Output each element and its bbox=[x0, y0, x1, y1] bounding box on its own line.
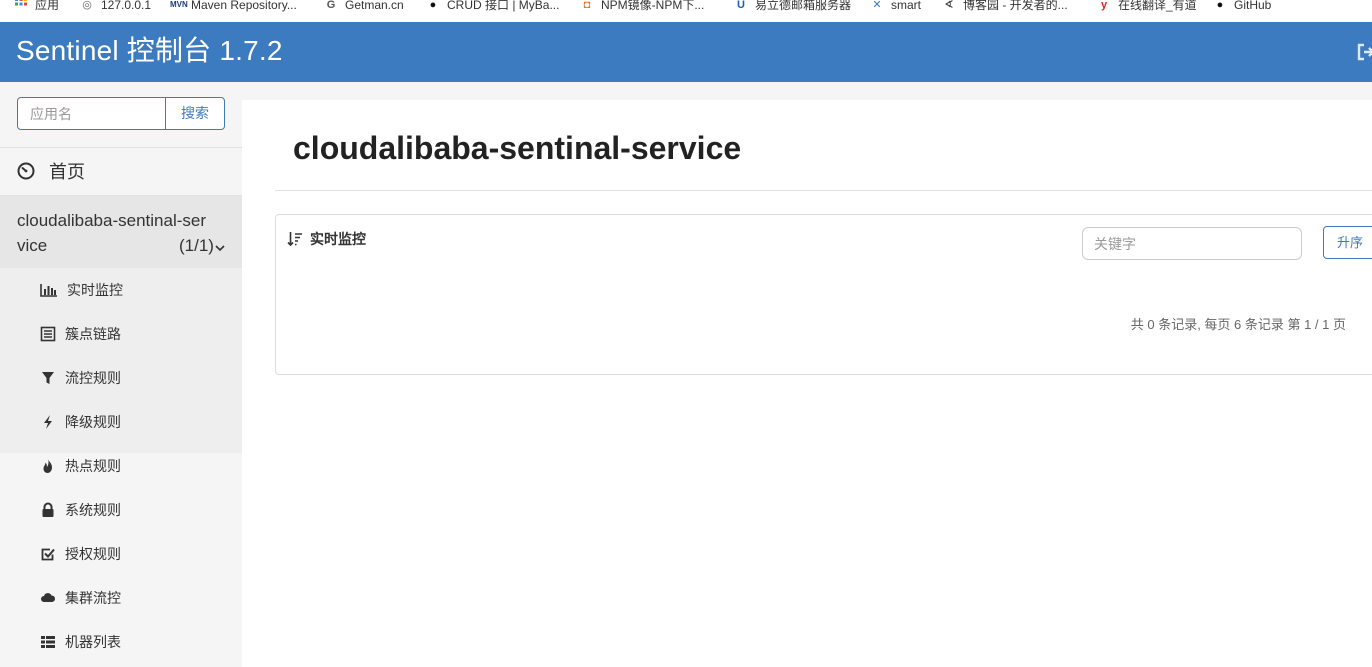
panel-title: 实时监控 bbox=[310, 231, 366, 247]
bolt-icon bbox=[40, 414, 56, 430]
sidebar-item-machine-list[interactable]: 机器列表 bbox=[0, 620, 242, 664]
bookmark-localhost[interactable]: ◎ 127.0.0.1 bbox=[80, 0, 151, 14]
app-header: Sentinel 控制台 1.7.2 bbox=[0, 22, 1372, 82]
bookmark-label: GitHub bbox=[1234, 0, 1272, 12]
title-divider bbox=[275, 190, 1372, 191]
sidebar-item-degrade-rules[interactable]: 降级规则 bbox=[0, 400, 242, 444]
cloud-icon bbox=[40, 590, 56, 606]
bookmark-label: 易立德邮箱服务器 bbox=[755, 0, 852, 12]
sidebar-item-label: 集群流控 bbox=[65, 590, 121, 606]
bookmark-label: 应用 bbox=[35, 0, 60, 12]
sidebar-item-system-rules[interactable]: 系统规则 bbox=[0, 488, 242, 532]
search-button[interactable]: 搜索 bbox=[165, 97, 225, 130]
app-search-input[interactable] bbox=[17, 97, 166, 130]
bookmark-mybatis[interactable]: ● CRUD 接口 | MyBa... bbox=[426, 0, 560, 14]
g-letter-icon: G bbox=[326, 0, 336, 11]
sidebar-item-label: 簇点链路 bbox=[65, 326, 121, 342]
th-list-icon bbox=[40, 634, 56, 650]
cnblogs-icon: ∢ bbox=[944, 0, 954, 11]
bookmark-mail[interactable]: U 易立德邮箱服务器 bbox=[734, 0, 851, 14]
x-icon: ✕ bbox=[872, 0, 882, 11]
bird-icon: ● bbox=[429, 0, 437, 11]
sort-amount-icon bbox=[287, 231, 303, 247]
bookmark-npm[interactable]: ◘ NPM镜像-NPM下... bbox=[580, 0, 705, 14]
bar-chart-icon bbox=[40, 282, 57, 298]
sidebar-item-label: 热点规则 bbox=[65, 458, 121, 474]
lock-icon bbox=[40, 502, 56, 518]
realtime-monitor-panel: 实时监控 升序 共 0 条记录, 每页 6 条记录 第 1 / 1 页 bbox=[275, 214, 1372, 375]
sidebar-item-label: 流控规则 bbox=[65, 370, 121, 386]
keyword-search-input[interactable] bbox=[1082, 227, 1302, 260]
bookmark-maven[interactable]: MVN Maven Repository... bbox=[170, 0, 297, 14]
sidebar-item-hotspot-rules[interactable]: 热点规则 bbox=[0, 444, 242, 488]
sidebar-item-cluster-flow[interactable]: 集群流控 bbox=[0, 576, 242, 620]
bookmark-label: Getman.cn bbox=[345, 0, 404, 12]
fire-icon bbox=[40, 458, 56, 474]
list-icon bbox=[40, 326, 56, 342]
sidebar-item-flow-rules[interactable]: 流控规则 bbox=[0, 356, 242, 400]
dashboard-icon bbox=[17, 162, 35, 180]
sidebar-item-realtime-monitor[interactable]: 实时监控 bbox=[0, 268, 242, 312]
bookmark-label: NPM镜像-NPM下... bbox=[601, 0, 705, 12]
sidebar-item-label: 实时监控 bbox=[67, 282, 123, 298]
npm-icon: ◘ bbox=[583, 0, 591, 11]
apps-grid-icon bbox=[14, 0, 28, 12]
sidebar-item-label: 授权规则 bbox=[65, 546, 121, 562]
sidebar-item-cluster-point[interactable]: 簇点链路 bbox=[0, 312, 242, 356]
bookmarks-bar: 应用 ◎ 127.0.0.1 MVN Maven Repository... G… bbox=[0, 0, 1372, 14]
sidebar-item-auth-rules[interactable]: 授权规则 bbox=[0, 532, 242, 576]
globe-icon: ◎ bbox=[82, 0, 92, 11]
github-icon: ● bbox=[1216, 0, 1224, 11]
bookmark-youdao[interactable]: y 在线翻译_有道 bbox=[1097, 0, 1197, 14]
mail-icon: U bbox=[737, 0, 745, 11]
chevron-down-icon[interactable] bbox=[214, 239, 226, 252]
bookmark-apps[interactable]: 应用 bbox=[14, 0, 59, 14]
check-square-icon bbox=[40, 546, 56, 562]
content-top-strip bbox=[242, 82, 1372, 100]
bookmark-getman[interactable]: G Getman.cn bbox=[324, 0, 404, 14]
app-search: 搜索 bbox=[17, 97, 225, 130]
bookmark-label: Maven Repository... bbox=[191, 0, 297, 12]
sidebar-item-home[interactable]: 首页 bbox=[0, 148, 242, 195]
bookmark-label: CRUD 接口 | MyBa... bbox=[447, 0, 560, 12]
sidebar-app-item[interactable]: cloudalibaba-sentinal-service (1/1) bbox=[0, 196, 242, 268]
filter-icon bbox=[40, 370, 56, 386]
bookmark-label: 127.0.0.1 bbox=[101, 0, 152, 12]
app-title[interactable]: Sentinel 控制台 1.7.2 bbox=[16, 34, 283, 68]
pagination-summary: 共 0 条记录, 每页 6 条记录 第 1 / 1 页 bbox=[1130, 317, 1346, 332]
maven-icon: MVN bbox=[170, 0, 188, 9]
sort-ascending-button[interactable]: 升序 bbox=[1323, 226, 1372, 259]
bookmark-label: 在线翻译_有道 bbox=[1118, 0, 1197, 12]
panel-header: 实时监控 bbox=[287, 229, 366, 249]
sidebar: 搜索 首页 cloudalibaba-sentinal-service (1/1… bbox=[0, 82, 242, 667]
sidebar-item-label: 降级规则 bbox=[65, 414, 121, 430]
sign-out-icon[interactable] bbox=[1356, 42, 1372, 62]
sidebar-item-label: 系统规则 bbox=[65, 502, 121, 518]
app-machine-count: (1/1) bbox=[179, 236, 214, 255]
bookmark-label: smart bbox=[891, 0, 921, 12]
bookmark-github[interactable]: ● GitHub bbox=[1213, 0, 1272, 14]
youdao-icon: y bbox=[1100, 0, 1108, 11]
bookmark-smart[interactable]: ✕ smart bbox=[870, 0, 921, 14]
bookmark-label: 博客园 - 开发者的... bbox=[963, 0, 1068, 12]
bookmark-cnblogs[interactable]: ∢ 博客园 - 开发者的... bbox=[942, 0, 1068, 14]
sidebar-item-label: 首页 bbox=[49, 162, 85, 182]
sidebar-item-label: 机器列表 bbox=[65, 634, 121, 650]
page-title: cloudalibaba-sentinal-service bbox=[293, 130, 742, 166]
